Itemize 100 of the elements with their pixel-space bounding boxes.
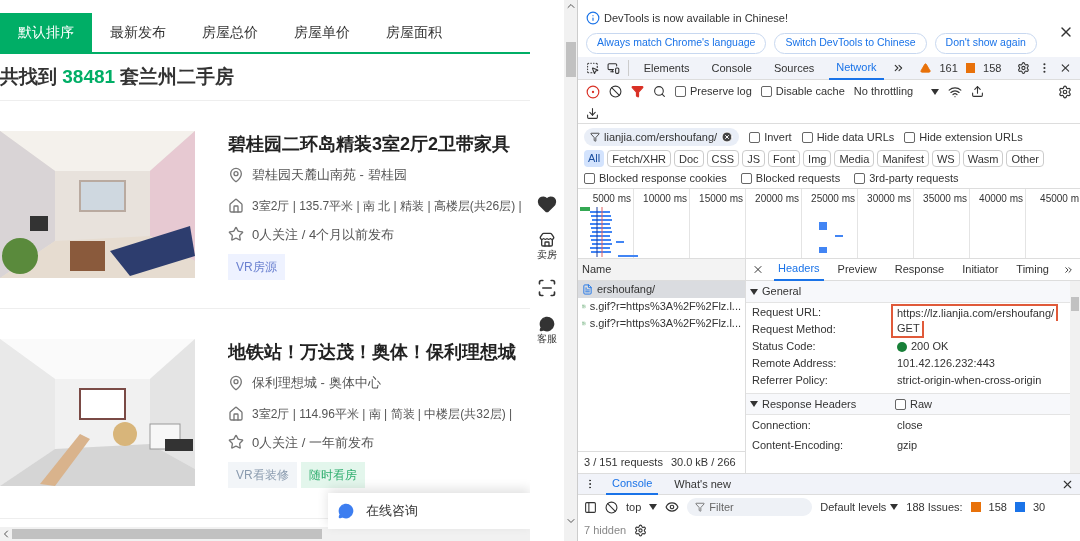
sort-tab[interactable]: 房屋总价 xyxy=(184,13,276,52)
info-icon xyxy=(1014,502,1025,512)
scroll-thumb[interactable] xyxy=(1071,297,1079,311)
type-filter-chip[interactable]: Img xyxy=(803,150,832,167)
header-value: 200 OK xyxy=(891,338,953,355)
type-filter-chip[interactable]: Font xyxy=(768,150,801,167)
checkbox-label: 3rd-party requests xyxy=(869,171,959,187)
device-icon[interactable] xyxy=(606,61,620,75)
checkbox[interactable] xyxy=(675,86,686,97)
panel-tab[interactable]: Console xyxy=(704,56,759,80)
clear-icon[interactable] xyxy=(605,500,618,514)
type-filter-chip[interactable]: Wasm xyxy=(962,150,1004,167)
type-filter-chip[interactable]: Doc xyxy=(674,150,704,167)
side-tool-button[interactable]: 客服 xyxy=(537,312,557,348)
panel-tab[interactable]: Elements xyxy=(636,56,697,80)
header-key: Request URL: xyxy=(746,304,891,321)
context-dropdown[interactable]: top xyxy=(626,498,658,516)
eye-icon[interactable] xyxy=(665,500,680,514)
timeline-tick: 35000 ms xyxy=(923,193,967,204)
header-value: https://lz.lianjia.com/ershoufang/ xyxy=(891,304,1059,321)
header-key: Status Code: xyxy=(746,338,891,355)
error-count: 158 xyxy=(983,60,1002,76)
detail-tab[interactable]: Initiator xyxy=(958,258,1003,281)
timeline-tick: 20000 ms xyxy=(755,193,799,204)
record-icon[interactable] xyxy=(586,84,600,99)
timeline-tick: 5000 ms xyxy=(592,193,631,204)
clear-icon[interactable] xyxy=(609,85,622,98)
network-conditions-icon[interactable] xyxy=(948,84,963,99)
type-filter-chip[interactable]: Manifest xyxy=(877,150,929,167)
filter-field[interactable]: lianjia.com/ershoufang/ xyxy=(584,128,740,146)
download-icon[interactable] xyxy=(586,106,599,120)
header-key: Request Method: xyxy=(746,321,891,338)
settings-icon[interactable] xyxy=(1017,61,1031,75)
chat-popup[interactable]: 在线咨询 xyxy=(328,493,530,529)
search-icon[interactable] xyxy=(653,85,666,98)
house-attributes: 3室2厅 | 135.7平米 | 南 北 | 精装 | 高楼层(共26层) | xyxy=(252,197,522,215)
listing-title[interactable]: 碧桂园二环岛精装3室2厅2卫带家具 xyxy=(228,131,522,157)
timeline-tick: 45000 m xyxy=(1040,193,1079,204)
checkbox-label: Hide extension URLs xyxy=(919,129,1023,145)
tag: 随时看房 xyxy=(300,462,365,488)
chat-label: 在线咨询 xyxy=(366,502,418,521)
detail-tab[interactable]: Response xyxy=(890,258,949,281)
checkbox[interactable] xyxy=(749,131,761,143)
scroll-thumb[interactable] xyxy=(565,42,576,77)
checkbox-label: Disable cache xyxy=(775,84,845,100)
type-filter-chip[interactable]: WS xyxy=(931,150,960,167)
vertical-scrollbar[interactable] xyxy=(564,0,577,541)
filter-field[interactable]: Filter xyxy=(687,498,813,516)
filter-icon[interactable] xyxy=(631,85,644,98)
filter-icon xyxy=(695,502,706,512)
header-value: 101.42.126.232:443 xyxy=(896,356,996,372)
expand-triangle-icon[interactable] xyxy=(750,401,758,407)
request-row[interactable]: ershoufang/ xyxy=(578,281,745,298)
checkbox[interactable] xyxy=(854,173,866,184)
hidden-count: 7 hidden xyxy=(584,522,627,538)
section-header[interactable]: General xyxy=(762,283,802,300)
upload-icon[interactable] xyxy=(971,85,985,98)
drawer-tab[interactable]: What's new xyxy=(668,473,737,495)
horizontal-scrollbar[interactable] xyxy=(0,527,530,541)
expand-triangle-icon[interactable] xyxy=(750,288,758,295)
community-link[interactable]: 保利理想城 - 奥体中心 xyxy=(252,373,381,393)
heart-icon xyxy=(537,194,557,214)
side-tool-button[interactable]: 卖房 xyxy=(537,228,557,264)
checkbox[interactable] xyxy=(760,86,772,97)
listing-title[interactable]: 地铁站！万达茂！奥体！保利理想城 xyxy=(228,339,516,365)
type-filter-chip[interactable]: JS xyxy=(742,150,766,167)
type-filter-chip[interactable]: CSS xyxy=(706,150,740,167)
checkbox[interactable] xyxy=(801,131,813,143)
checkbox[interactable] xyxy=(904,131,916,143)
panel-tab[interactable]: Sources xyxy=(766,56,822,80)
request-row[interactable]: s.gif?r=https%3A%2F%2Flz.l... xyxy=(578,298,745,315)
detail-tab[interactable]: Timing xyxy=(1012,258,1053,281)
checkbox[interactable] xyxy=(584,173,595,184)
vertical-scrollbar[interactable] xyxy=(1070,281,1080,473)
type-filter-chip[interactable]: All xyxy=(584,150,605,167)
detail-tab[interactable]: Preview xyxy=(833,258,881,281)
throttling-dropdown[interactable]: No throttling xyxy=(853,83,940,100)
inspect-icon[interactable] xyxy=(586,61,599,75)
panel-tab[interactable]: Network xyxy=(829,56,884,80)
type-filter-chip[interactable]: Other xyxy=(1006,150,1044,167)
tag: VR房源 xyxy=(228,254,285,280)
type-filter-chip[interactable]: Media xyxy=(834,150,875,167)
sort-tab[interactable]: 房屋单价 xyxy=(276,13,368,52)
section-header[interactable]: Response Headers xyxy=(762,395,857,413)
scroll-thumb[interactable] xyxy=(12,529,322,539)
settings-icon[interactable] xyxy=(634,523,648,537)
error-icon xyxy=(970,502,981,512)
type-filter-chip[interactable]: Fetch/XHR xyxy=(607,150,672,167)
side-tool-label: 客服 xyxy=(537,334,557,344)
community-link[interactable]: 碧桂园天麓山南苑 - 碧桂园 xyxy=(252,165,407,185)
levels-dropdown[interactable]: Default levels xyxy=(820,498,899,516)
settings-icon[interactable] xyxy=(1058,84,1072,99)
sidebar-icon[interactable] xyxy=(584,500,597,514)
sort-tab[interactable]: 房屋面积 xyxy=(368,13,460,52)
checkbox[interactable] xyxy=(895,398,906,410)
sort-tab[interactable]: 最新发布 xyxy=(92,13,184,52)
request-row[interactable]: s.gif?r=https%3A%2F%2Flz.l... xyxy=(578,315,745,332)
error-count: 158 xyxy=(988,499,1007,515)
checkbox[interactable] xyxy=(740,173,752,184)
drawer-tab[interactable]: Console xyxy=(606,473,659,495)
